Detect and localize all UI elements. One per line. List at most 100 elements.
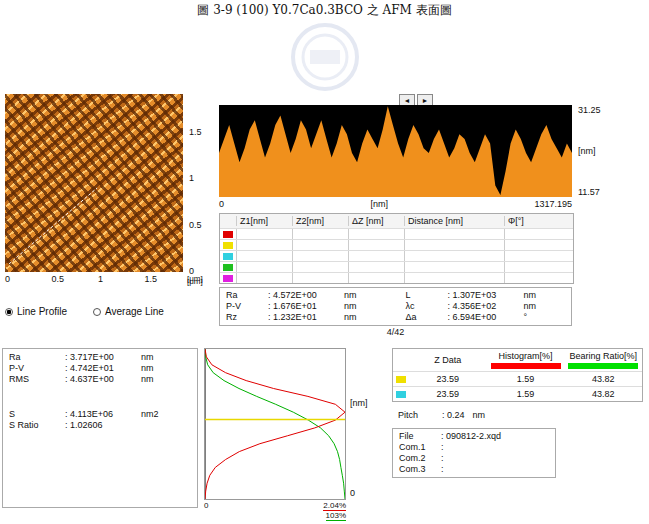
table-cell	[348, 262, 404, 272]
table-cell	[236, 251, 292, 261]
watermark	[0, 20, 649, 94]
table-row[interactable]	[220, 250, 573, 261]
histogram-max: 2.04%	[323, 501, 346, 511]
y-bottom: 0	[350, 488, 368, 498]
y-unit: [nm]	[578, 146, 601, 156]
image-y-axis: 00.511.5[μm]	[187, 94, 209, 272]
area-stats: Ra: 3.717E+00nmP-V: 4.742E+01nmRMS: 4.63…	[2, 348, 198, 508]
image-x-axis: 00.511.5[μm]	[5, 274, 205, 288]
column-header: Z2[nm]	[292, 216, 348, 226]
table-cell	[348, 229, 404, 239]
column-header: Z Data	[409, 355, 487, 365]
profile-x-axis: 0 [nm] 1317.195	[219, 199, 572, 209]
table-cell	[404, 251, 504, 261]
table-cell	[348, 240, 404, 250]
table-row[interactable]: 23.591.5943.82	[393, 386, 642, 401]
mode-radio[interactable]: Average Line	[93, 306, 164, 317]
page: 圖 3-9 (100) Y0.7Ca0.3BCO 之 AFM 表面圖00.511…	[0, 0, 649, 524]
stat-row: S Ratio: 1.02606	[9, 420, 191, 431]
table-cell: 1.59	[487, 374, 565, 384]
x-unit: [nm]	[370, 199, 388, 209]
cursor-color-icon	[223, 242, 233, 249]
table-cell	[292, 251, 348, 261]
nav-button[interactable]: ►	[417, 94, 433, 106]
table-cell	[292, 273, 348, 283]
table-cell	[504, 273, 573, 283]
y-unit: [nm]	[350, 398, 368, 408]
column-header: Distance [nm]	[404, 216, 504, 226]
column-header: ΔZ [nm]	[348, 216, 404, 226]
table-cell	[236, 273, 292, 283]
histogram-chart[interactable]	[204, 348, 346, 500]
file-info: File: 090812-2.xqdCom.1:Com.2:Com.3:	[392, 428, 556, 478]
y-tick: 1.5	[189, 127, 202, 137]
table-cell	[404, 262, 504, 272]
pitch: Pitch: 0.24nm	[392, 410, 643, 420]
table-cell	[292, 262, 348, 272]
table-cell	[504, 240, 573, 250]
file-row: Com.2:	[399, 453, 549, 464]
mode-radio[interactable]: Line Profile	[5, 306, 67, 317]
table-row[interactable]	[220, 228, 573, 239]
table-cell	[348, 273, 404, 283]
radio-icon[interactable]	[93, 308, 101, 316]
cursor-color-icon	[223, 231, 233, 238]
x-end: 1317.195	[534, 199, 572, 209]
cursor-color-icon	[223, 275, 233, 282]
file-row: Com.1:	[399, 442, 549, 453]
nav-button[interactable]: ◄	[399, 94, 415, 106]
table-cell: 43.82	[564, 389, 642, 399]
table-row[interactable]	[220, 261, 573, 272]
bearing-max: 103%	[326, 511, 346, 521]
table-cell	[404, 240, 504, 250]
table-cell: 43.82	[564, 374, 642, 384]
cursor-color-icon	[223, 253, 233, 260]
file-row: File: 090812-2.xqd	[399, 431, 549, 442]
x-start: 0	[219, 199, 224, 209]
column-header: Histogram[%]	[487, 351, 565, 369]
stat-row: S: 4.113E+06nm2	[9, 409, 191, 420]
y-tick: 0.5	[189, 220, 202, 230]
cursor-color-icon	[396, 391, 406, 398]
table-cell	[404, 273, 504, 283]
profile-chart[interactable]	[219, 105, 572, 197]
z-cursor[interactable]	[205, 419, 345, 421]
column-header: Φ[°]	[504, 216, 573, 226]
stat-row: Ra: 4.572E+00nm	[226, 290, 386, 301]
table-cell	[504, 251, 573, 261]
analysis-window: 00.511.5[μm]00.511.5[μm]Line ProfileAver…	[0, 94, 649, 524]
line-stats: Ra: 4.572E+00nmP-V: 1.676E+01nmRz: 1.232…	[219, 287, 572, 326]
table-cell	[236, 229, 292, 239]
radio-icon[interactable]	[5, 308, 13, 316]
stat-row: Ra: 3.717E+00nm	[9, 352, 191, 363]
histogram-x-axis: 0 2.04%103%	[204, 501, 346, 521]
scan-line-icon[interactable]	[5, 94, 183, 272]
series-color-icon	[568, 363, 638, 369]
table-row[interactable]	[220, 272, 573, 283]
x-start: 0	[204, 501, 208, 521]
x-tick: 0	[5, 274, 10, 284]
table-cell: 23.59	[409, 374, 487, 384]
series-color-icon	[491, 363, 561, 369]
table-cell	[504, 262, 573, 272]
table-header: Z1[nm]Z2[nm]ΔZ [nm]Distance [nm]Φ[°]	[220, 214, 573, 228]
y-max: 31.25	[578, 105, 601, 115]
table-row[interactable]	[220, 239, 573, 250]
x-tick: 1.5	[145, 274, 158, 284]
afm-image[interactable]	[5, 94, 183, 272]
table-row[interactable]: 23.591.5943.82	[393, 371, 642, 386]
x-tick: 0.5	[52, 274, 65, 284]
figure-caption: 圖 3-9 (100) Y0.7Ca0.3BCO 之 AFM 表面圖	[0, 0, 649, 20]
stat-row: P-V: 4.742E+01nm	[9, 363, 191, 374]
cursor-table: Z1[nm]Z2[nm]ΔZ [nm]Distance [nm]Φ[°]	[219, 213, 574, 284]
y-tick: 1	[189, 173, 194, 183]
table-cell	[404, 229, 504, 239]
profile-area	[219, 106, 572, 197]
table-cell: 23.59	[409, 389, 487, 399]
stat-row: λc: 4.356E+02nm	[406, 301, 566, 312]
stat-row: Δa: 6.594E+00°	[406, 312, 566, 323]
table-cell	[292, 240, 348, 250]
y-min: 11.57	[578, 187, 601, 197]
cursor-color-icon	[223, 264, 233, 271]
table-cell	[236, 240, 292, 250]
